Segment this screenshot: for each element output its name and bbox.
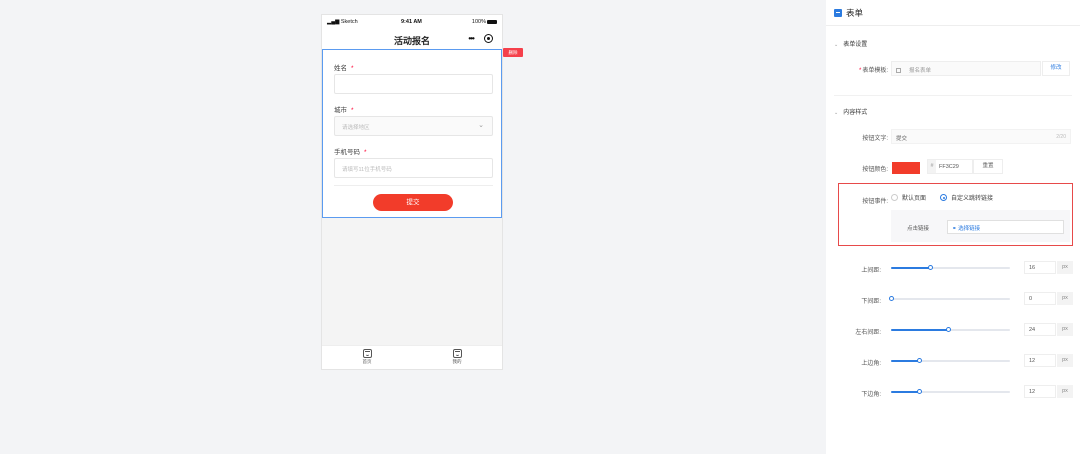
nav-bar: 活动报名 •••	[322, 29, 502, 51]
select-link-input[interactable]: ⚭ 选择链接	[947, 220, 1064, 234]
mini-program-capsule[interactable]: •••	[468, 34, 493, 44]
form-icon	[834, 9, 842, 17]
section-divider	[834, 95, 1072, 96]
color-hex-input[interactable]: # FF3C29	[927, 159, 973, 174]
radio-icon	[891, 194, 898, 201]
more-icon[interactable]: •••	[468, 34, 474, 43]
unit-label: px	[1057, 292, 1073, 305]
number-input[interactable]: 12	[1024, 354, 1056, 367]
home-icon	[362, 349, 372, 358]
slider-handle[interactable]	[927, 265, 933, 270]
unit-label: px	[1057, 323, 1073, 336]
slider-label: 左右间距:	[855, 330, 881, 336]
chevron-down-icon: ⌄	[478, 122, 484, 129]
unit-label: px	[1057, 261, 1073, 274]
name-input[interactable]	[334, 74, 493, 94]
battery-indicator: 100%	[472, 19, 497, 25]
collapse-icon: ⌄	[834, 42, 839, 48]
slider-track[interactable]	[891, 265, 1010, 270]
delete-component-tag[interactable]: 删除	[503, 48, 523, 57]
phone-label: 手机号码 *	[334, 149, 367, 156]
name-label: 姓名 *	[334, 65, 354, 72]
button-text-input[interactable]: 提交 2/20	[891, 129, 1071, 144]
slider-label: 下间距:	[861, 299, 881, 305]
tab-mine[interactable]: 我的	[437, 349, 477, 365]
unit-label: px	[1057, 385, 1073, 398]
button-event-label: 按钮事件:	[862, 199, 888, 205]
header-divider	[826, 25, 1080, 26]
number-input[interactable]: 12	[1024, 385, 1056, 398]
slider-label: 下边角:	[861, 392, 881, 398]
battery-icon	[487, 19, 497, 24]
user-icon	[452, 349, 462, 358]
form-divider	[334, 185, 493, 186]
link-settings: 点击链接 ⚭ 选择链接	[891, 210, 1070, 242]
phone-preview: ▂▄▆ Sketch 9:41 AM 100% 活动报名 ••• 姓名 * 城市 *…	[321, 14, 523, 370]
slider-label: 上边角:	[861, 361, 881, 367]
radio-checked-icon	[940, 194, 947, 201]
template-label: *表单模板:	[858, 68, 888, 74]
click-link-label: 点击链接	[907, 226, 930, 232]
panel-header: 表单	[834, 7, 863, 19]
carrier-label: ▂▄▆ Sketch	[327, 19, 358, 25]
tab-home[interactable]: 首页	[347, 349, 387, 365]
section-content-style[interactable]: ⌄ 内容样式	[834, 107, 867, 116]
city-label: 城市 *	[334, 107, 354, 114]
radio-default-page[interactable]: 默认页面	[891, 193, 926, 202]
slider-label: 上间距:	[861, 268, 881, 274]
slider-track[interactable]	[891, 327, 1010, 332]
number-input[interactable]: 24	[1024, 323, 1056, 336]
char-count: 2/20	[1056, 134, 1066, 140]
color-swatch[interactable]	[892, 162, 920, 174]
reset-color-button[interactable]: 重置	[973, 159, 1003, 174]
radio-custom-link[interactable]: 自定义跳转链接	[940, 193, 993, 202]
collapse-icon: ⌄	[834, 110, 839, 116]
slider-handle[interactable]	[945, 327, 951, 332]
table-icon	[896, 68, 901, 73]
slider-track[interactable]	[891, 389, 1010, 394]
status-bar: ▂▄▆ Sketch 9:41 AM 100%	[322, 15, 502, 29]
city-select[interactable]: 请选择地区 ⌄	[334, 116, 493, 136]
unit-label: px	[1057, 354, 1073, 367]
number-input[interactable]: 16	[1024, 261, 1056, 274]
section-form-settings[interactable]: ⌄ 表单设置	[834, 39, 867, 48]
button-color-label: 按钮颜色:	[862, 167, 888, 173]
number-input[interactable]: 0	[1024, 292, 1056, 305]
form-component[interactable]: 姓名 * 城市 * 请选择地区 ⌄ 手机号码 * 请填写11位手机号码 提交	[322, 49, 502, 218]
tab-bar: 首页 我的	[322, 345, 502, 369]
close-target-icon[interactable]	[484, 34, 493, 44]
slider-track[interactable]	[888, 296, 1010, 301]
slider-track[interactable]	[891, 358, 1010, 363]
edit-template-button[interactable]: 修改	[1042, 61, 1070, 76]
phone-input[interactable]: 请填写11位手机号码	[334, 158, 493, 178]
button-text-label: 按钮文字:	[862, 136, 888, 142]
template-field[interactable]: 报名表单	[891, 61, 1041, 76]
panel-title: 表单	[846, 8, 864, 18]
hash-prefix: #	[928, 160, 936, 173]
status-time: 9:41 AM	[401, 19, 422, 25]
submit-button[interactable]: 提交	[373, 194, 453, 211]
slider-handle[interactable]	[888, 296, 894, 301]
